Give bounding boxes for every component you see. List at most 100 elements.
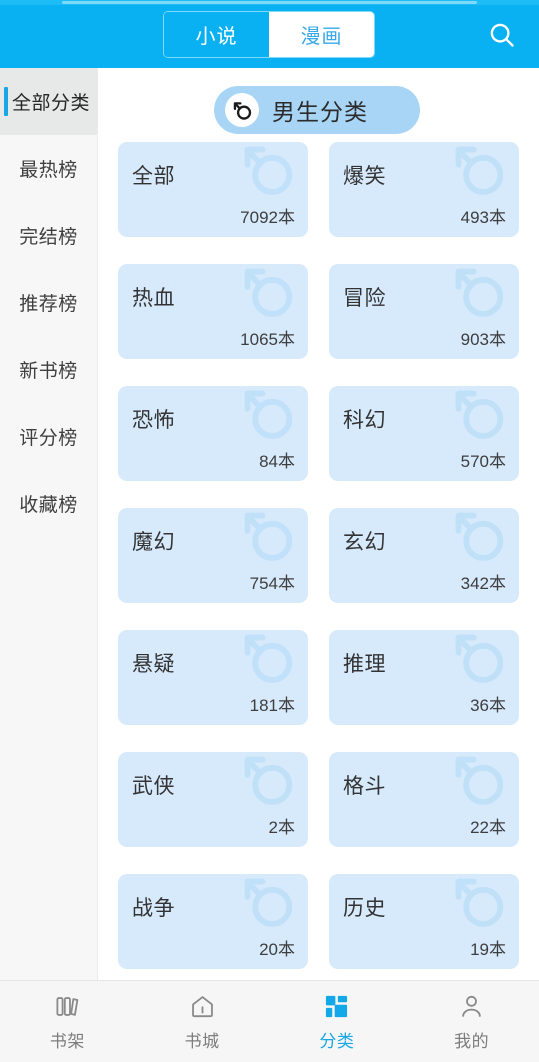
male-symbol-watermark-icon bbox=[455, 756, 504, 805]
sidebar-item-hottest[interactable]: 最热榜 bbox=[0, 135, 97, 202]
card-count: 181本 bbox=[249, 696, 295, 715]
sidebar-item-label: 收藏榜 bbox=[19, 495, 78, 516]
sidebar-item-completed[interactable]: 完结榜 bbox=[0, 202, 97, 269]
nav-item-bookstore[interactable]: 书城 bbox=[135, 981, 270, 1062]
top-header: 小说 漫画 bbox=[0, 0, 539, 68]
category-card-adventure[interactable]: 冒险 903本 bbox=[329, 264, 519, 359]
male-symbol-watermark-icon bbox=[455, 878, 504, 927]
category-card-war[interactable]: 战争 20本 bbox=[118, 874, 308, 969]
section-header: 男生分类 bbox=[98, 68, 539, 187]
card-count: 903本 bbox=[460, 330, 506, 349]
sidebar-item-label: 新书榜 bbox=[19, 361, 78, 382]
sidebar-item-label: 评分榜 bbox=[19, 428, 78, 449]
nav-item-categories[interactable]: 分类 bbox=[270, 981, 405, 1062]
category-card-all[interactable]: 全部 7092本 bbox=[118, 142, 308, 237]
section-pill-male[interactable]: 男生分类 bbox=[214, 86, 420, 134]
card-count: 754本 bbox=[249, 574, 295, 593]
category-card-wuxia[interactable]: 武侠 2本 bbox=[118, 752, 308, 847]
sidebar-item-new-books[interactable]: 新书榜 bbox=[0, 336, 97, 403]
category-card-grid: 全部 7092本 爆笑 493本 热血 1065本 冒险 903本 恐怖 84本… bbox=[98, 142, 539, 969]
card-count: 36本 bbox=[470, 696, 506, 715]
home-icon bbox=[187, 991, 217, 1021]
card-title: 冒险 bbox=[343, 287, 386, 310]
sidebar-item-all-categories[interactable]: 全部分类 bbox=[0, 68, 97, 135]
nav-item-profile[interactable]: 我的 bbox=[404, 981, 539, 1062]
category-card-hotblood[interactable]: 热血 1065本 bbox=[118, 264, 308, 359]
male-symbol-watermark-icon bbox=[244, 268, 293, 317]
card-title: 武侠 bbox=[132, 775, 175, 798]
nav-label: 分类 bbox=[319, 1032, 355, 1051]
sidebar-item-label: 完结榜 bbox=[19, 227, 78, 248]
male-symbol-watermark-icon bbox=[244, 634, 293, 683]
card-title: 恐怖 bbox=[132, 409, 175, 432]
card-count: 7092本 bbox=[240, 208, 295, 227]
card-count: 2本 bbox=[268, 818, 295, 837]
sidebar-active-indicator bbox=[4, 87, 8, 116]
category-card-horror[interactable]: 恐怖 84本 bbox=[118, 386, 308, 481]
card-title: 玄幻 bbox=[343, 531, 386, 554]
nav-item-bookshelf[interactable]: 书架 bbox=[0, 981, 135, 1062]
sidebar-item-label: 推荐榜 bbox=[19, 294, 78, 315]
card-count: 1065本 bbox=[240, 330, 295, 349]
male-symbol-watermark-icon bbox=[455, 512, 504, 561]
card-count: 22本 bbox=[470, 818, 506, 837]
category-card-comedy[interactable]: 爆笑 493本 bbox=[329, 142, 519, 237]
sidebar-item-recommended[interactable]: 推荐榜 bbox=[0, 269, 97, 336]
male-symbol-watermark-icon bbox=[455, 634, 504, 683]
category-card-fighting[interactable]: 格斗 22本 bbox=[329, 752, 519, 847]
male-symbol-watermark-icon bbox=[455, 268, 504, 317]
card-count: 20本 bbox=[259, 940, 295, 959]
male-symbol-watermark-icon bbox=[455, 390, 504, 439]
sidebar-item-label: 全部分类 bbox=[12, 93, 91, 114]
card-title: 历史 bbox=[343, 897, 386, 920]
male-symbol-watermark-icon bbox=[244, 756, 293, 805]
category-card-magic[interactable]: 魔幻 754本 bbox=[118, 508, 308, 603]
tab-novel[interactable]: 小说 bbox=[164, 12, 269, 57]
category-card-history[interactable]: 历史 19本 bbox=[329, 874, 519, 969]
card-count: 570本 bbox=[460, 452, 506, 471]
male-symbol-watermark-icon bbox=[244, 512, 293, 561]
male-symbol-watermark-icon bbox=[244, 390, 293, 439]
sidebar-item-favorites[interactable]: 收藏榜 bbox=[0, 470, 97, 537]
male-symbol-watermark-icon bbox=[244, 146, 293, 195]
card-title: 魔幻 bbox=[132, 531, 175, 554]
tab-novel-label: 小说 bbox=[195, 26, 238, 48]
card-title: 推理 bbox=[343, 653, 386, 676]
category-card-xuanhuan[interactable]: 玄幻 342本 bbox=[329, 508, 519, 603]
card-count: 19本 bbox=[470, 940, 506, 959]
bookshelf-icon bbox=[52, 991, 82, 1021]
nav-label: 我的 bbox=[454, 1032, 490, 1051]
nav-label: 书架 bbox=[49, 1032, 85, 1051]
male-symbol-watermark-icon bbox=[455, 146, 504, 195]
category-card-scifi[interactable]: 科幻 570本 bbox=[329, 386, 519, 481]
card-title: 格斗 bbox=[343, 775, 386, 798]
tab-comic[interactable]: 漫画 bbox=[269, 12, 374, 57]
nav-label: 书城 bbox=[184, 1032, 220, 1051]
category-card-suspense[interactable]: 悬疑 181本 bbox=[118, 630, 308, 725]
card-title: 战争 bbox=[132, 897, 175, 920]
sidebar-item-rating[interactable]: 评分榜 bbox=[0, 403, 97, 470]
male-symbol-watermark-icon bbox=[244, 878, 293, 927]
sidebar-item-label: 最热榜 bbox=[19, 160, 78, 181]
content-type-segmented-control[interactable]: 小说 漫画 bbox=[163, 11, 375, 58]
header-top-lip bbox=[0, 0, 539, 5]
tab-comic-label: 漫画 bbox=[300, 26, 343, 48]
grid-icon bbox=[322, 991, 352, 1021]
card-title: 热血 bbox=[132, 287, 175, 310]
male-symbol-icon-badge bbox=[225, 93, 259, 127]
card-title: 全部 bbox=[132, 165, 175, 188]
card-count: 84本 bbox=[259, 452, 295, 471]
person-icon bbox=[457, 991, 487, 1021]
category-sidebar[interactable]: 全部分类 最热榜 完结榜 推荐榜 新书榜 评分榜 收藏榜 bbox=[0, 68, 98, 980]
card-title: 爆笑 bbox=[343, 165, 386, 188]
card-title: 悬疑 bbox=[132, 653, 175, 676]
search-icon bbox=[490, 23, 514, 47]
section-pill-label: 男生分类 bbox=[272, 99, 368, 125]
male-symbol-icon bbox=[233, 101, 251, 120]
card-title: 科幻 bbox=[343, 409, 386, 432]
card-count: 493本 bbox=[460, 208, 506, 227]
search-button[interactable] bbox=[481, 14, 523, 56]
category-card-mystery[interactable]: 推理 36本 bbox=[329, 630, 519, 725]
card-count: 342本 bbox=[460, 574, 506, 593]
category-content-panel[interactable]: 男生分类 全部 7092本 爆笑 493本 热血 1065本 冒险 903本 恐… bbox=[98, 68, 539, 980]
